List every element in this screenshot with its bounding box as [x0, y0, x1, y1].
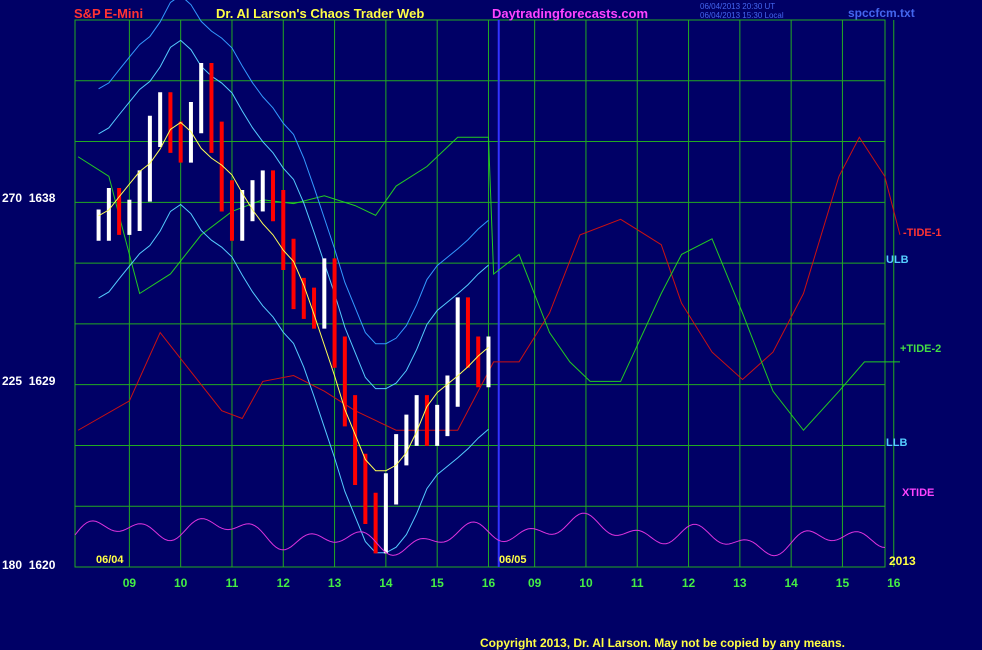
- xtide-line: [74, 512, 886, 557]
- x-tick-label: 15: [430, 576, 444, 590]
- ulb-label: ULB: [886, 254, 909, 266]
- x-tick-label: 16: [887, 576, 901, 590]
- site-title: Dr. Al Larson's Chaos Trader Web: [216, 6, 425, 21]
- x-tick-label: 14: [379, 576, 393, 590]
- llb-label: LLB: [886, 437, 908, 449]
- chaos-chart: 09 10 11 12 13 14 15 16 09 10 11 12 13 14 15 16: [74, 0, 901, 590]
- timestamp-utc: 06/04/2013 20:30 UT: [700, 2, 776, 11]
- ulb-line: [98, 39, 489, 390]
- x-tick-label: 12: [277, 576, 291, 590]
- tide1-label: -TIDE-1: [903, 227, 942, 239]
- x-tick-label: 16: [482, 576, 496, 590]
- y-tick-1638: 270 1638: [2, 191, 56, 205]
- timestamp-local: 06/04/2013 15:30 Local: [700, 11, 784, 20]
- data-file-name: spccfcm.txt: [848, 6, 915, 20]
- x-tick-label: 12: [682, 576, 696, 590]
- x-tick-label: 15: [836, 576, 850, 590]
- y-tick-1620: 180 1620: [2, 558, 56, 572]
- xtide-label: XTIDE: [902, 487, 935, 499]
- y-tick-1629: 225 1629: [2, 374, 56, 388]
- x-tick-label: 13: [733, 576, 747, 590]
- date-label-0605: 06/05: [499, 554, 527, 566]
- x-tick-label: 09: [528, 576, 542, 590]
- x-tick-label: 11: [226, 576, 239, 590]
- x-tick-label: 10: [579, 576, 593, 590]
- instrument-title: S&P E-Mini: [74, 6, 144, 21]
- x-tick-label: 14: [784, 576, 798, 590]
- x-tick-label: 13: [328, 576, 342, 590]
- x-tick-label: 10: [174, 576, 188, 590]
- date-label-0604: 06/04: [96, 554, 124, 566]
- site-url[interactable]: Daytradingforecasts.com: [492, 6, 648, 21]
- x-tick-label: 11: [631, 576, 644, 590]
- copyright-notice: Copyright 2013, Dr. Al Larson. May not b…: [480, 636, 845, 650]
- tide2-label: +TIDE-2: [900, 343, 942, 355]
- x-tick-label: 09: [123, 576, 137, 590]
- year-label: 2013: [889, 554, 916, 568]
- plot-frame: [74, 19, 886, 568]
